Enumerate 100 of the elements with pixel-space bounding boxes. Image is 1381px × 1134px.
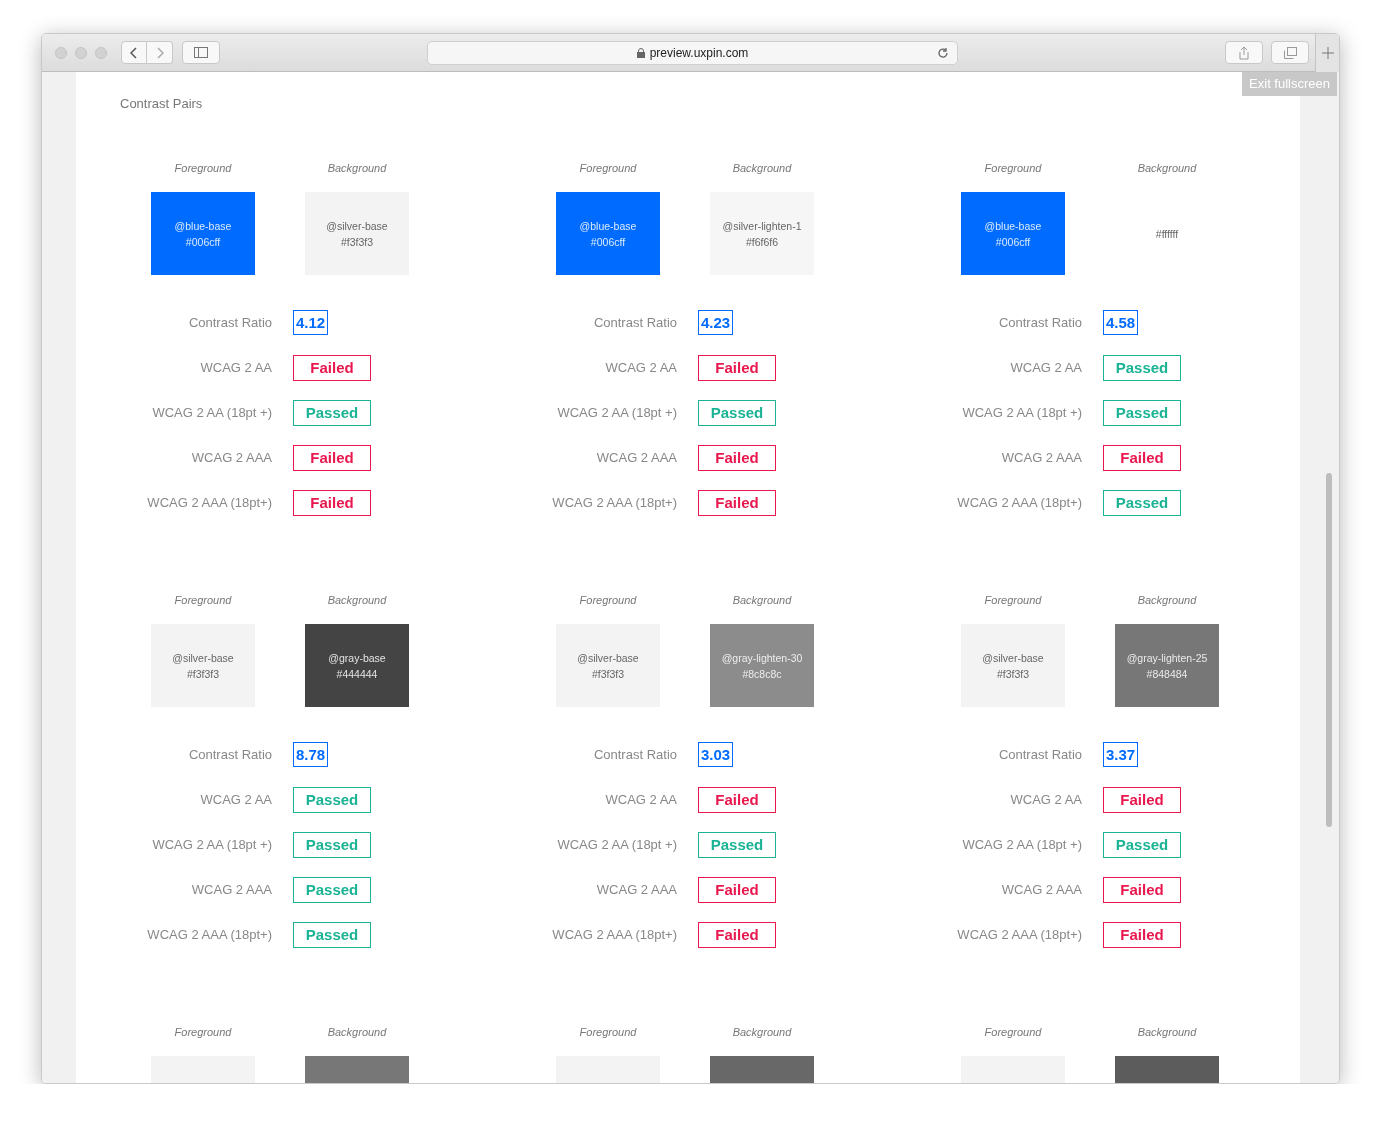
chevron-right-icon <box>155 46 164 59</box>
wcag-level-label: WCAG 2 AAA (18pt+) <box>146 495 272 510</box>
wcag-level-label: WCAG 2 AAA (18pt+) <box>956 495 1082 510</box>
share-button[interactable] <box>1225 41 1263 64</box>
sidebar-button[interactable] <box>182 41 220 64</box>
sidebar-icon <box>194 47 208 58</box>
contrast-ratio-value: 8.78 <box>293 742 329 767</box>
result-badge: Failed <box>698 489 776 516</box>
wcag-level-label: WCAG 2 AAA <box>1000 882 1082 897</box>
plus-icon <box>1321 47 1334 59</box>
reload-icon[interactable] <box>937 46 949 59</box>
share-icon <box>1238 45 1250 60</box>
swatch-caption: Foreground <box>579 1026 637 1038</box>
hex-value: #f3f3f3 <box>591 666 625 682</box>
wcag-level-label: WCAG 2 AAA <box>190 882 272 897</box>
wcag-level-label: WCAG 2 AA (18pt +) <box>151 405 272 420</box>
result-badge: Passed <box>1103 354 1181 381</box>
tabs-icon <box>1283 46 1297 59</box>
hex-value: #006cff <box>995 234 1031 250</box>
result-badge: Failed <box>698 354 776 381</box>
url-text: preview.uxpin.com <box>649 45 749 60</box>
swatch-caption: Foreground <box>174 594 232 606</box>
wcag-level-label: WCAG 2 AA <box>199 360 272 375</box>
swatch-caption: Foreground <box>174 1026 232 1038</box>
wcag-level-label: WCAG 2 AA <box>1009 360 1082 375</box>
token-name: @silver-base <box>172 650 234 666</box>
token-name: @blue-base <box>579 218 637 234</box>
minimize-window-button[interactable] <box>75 46 87 59</box>
result-badge: Passed <box>293 876 371 903</box>
wcag-level-label: WCAG 2 AAA <box>190 450 272 465</box>
result-badge: Passed <box>1103 489 1181 516</box>
hex-value: #444444 <box>336 666 378 682</box>
result-badge: Failed <box>698 444 776 471</box>
hex-value: #848484 <box>1146 666 1188 682</box>
result-badge: Failed <box>1103 876 1181 903</box>
wcag-level-label: WCAG 2 AA <box>604 792 677 807</box>
result-badge: Passed <box>698 831 776 858</box>
swatch-caption: Background <box>732 162 792 174</box>
tabs-button[interactable] <box>1271 41 1309 64</box>
swatch-caption: Foreground <box>984 594 1042 606</box>
contrast-ratio-value: 3.03 <box>698 742 734 767</box>
scrollbar-thumb[interactable] <box>1326 473 1332 827</box>
wcag-level-label: WCAG 2 AA (18pt +) <box>151 837 272 852</box>
hex-value: #f3f3f3 <box>186 666 220 682</box>
result-badge: Passed <box>293 786 371 813</box>
contrast-ratio-value: 3.37 <box>1103 742 1139 767</box>
hex-value: #f6f6f6 <box>745 234 779 250</box>
wcag-level-label: WCAG 2 AA (18pt +) <box>556 837 677 852</box>
token-name: @gray-lighten-25 <box>1126 650 1208 666</box>
chevron-left-icon <box>130 46 138 59</box>
swatch-caption: Background <box>732 594 792 606</box>
wcag-level-label: WCAG 2 AAA (18pt+) <box>146 927 272 942</box>
token-name: @blue-base <box>984 218 1042 234</box>
swatch-caption: Background <box>732 1026 792 1038</box>
wcag-level-label: WCAG 2 AA <box>199 792 272 807</box>
result-badge: Failed <box>293 489 371 516</box>
result-badge: Passed <box>1103 831 1181 858</box>
zoom-window-button[interactable] <box>95 46 107 59</box>
hex-value: #f3f3f3 <box>340 234 374 250</box>
contrast-ratio-label: Contrast Ratio <box>187 747 272 762</box>
hex-value: #006cff <box>185 234 221 250</box>
result-badge: Failed <box>698 876 776 903</box>
lock-icon <box>636 47 645 58</box>
token-name: @silver-lighten-1 <box>722 218 802 234</box>
result-badge: Failed <box>698 921 776 948</box>
contrast-ratio-label: Contrast Ratio <box>187 315 272 330</box>
token-name: @gray-lighten-30 <box>721 650 803 666</box>
swatch-caption: Foreground <box>984 1026 1042 1038</box>
wcag-level-label: WCAG 2 AA (18pt +) <box>961 837 1082 852</box>
wcag-level-label: WCAG 2 AA (18pt +) <box>556 405 677 420</box>
contrast-ratio-label: Contrast Ratio <box>997 315 1082 330</box>
hex-value: #f3f3f3 <box>996 666 1030 682</box>
back-button[interactable] <box>121 41 147 64</box>
token-name: @silver-base <box>326 218 388 234</box>
new-tab-button[interactable] <box>1315 34 1339 72</box>
result-badge: Failed <box>1103 921 1181 948</box>
close-window-button[interactable] <box>55 46 67 59</box>
result-badge: Passed <box>293 831 371 858</box>
wcag-level-label: WCAG 2 AA <box>1009 792 1082 807</box>
result-badge: Failed <box>293 354 371 381</box>
result-badge: Passed <box>1103 399 1181 426</box>
swatch-caption: Background <box>1137 594 1197 606</box>
result-badge: Failed <box>698 786 776 813</box>
token-name: @blue-base <box>174 218 232 234</box>
address-bar[interactable]: preview.uxpin.com <box>427 40 958 65</box>
token-name: @silver-base <box>577 650 639 666</box>
swatch-caption: Background <box>327 1026 387 1038</box>
result-badge: Failed <box>293 444 371 471</box>
contrast-ratio-label: Contrast Ratio <box>997 747 1082 762</box>
contrast-ratio-value: 4.12 <box>293 310 329 335</box>
forward-button[interactable] <box>147 41 173 64</box>
wcag-level-label: WCAG 2 AAA (18pt+) <box>551 927 677 942</box>
result-badge: Passed <box>698 399 776 426</box>
result-badge: Failed <box>1103 786 1181 813</box>
swatch-caption: Foreground <box>174 162 232 174</box>
swatch-caption: Background <box>1137 162 1197 174</box>
hex-value: #ffffff <box>1155 226 1179 242</box>
wcag-level-label: WCAG 2 AAA <box>595 882 677 897</box>
result-badge: Passed <box>293 399 371 426</box>
token-name: @silver-base <box>982 650 1044 666</box>
